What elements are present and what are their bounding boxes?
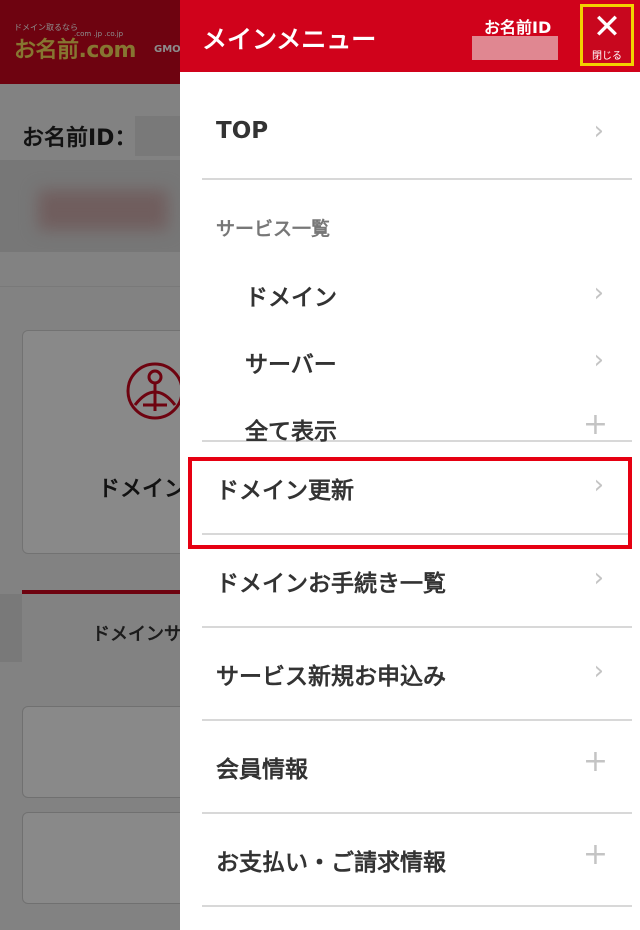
menu-item-label: ドメインお手続き一覧 [216,571,446,597]
menu-item-domain-procedures[interactable]: ドメインお手続き一覧 › [202,535,632,628]
menu-item-payment-info[interactable]: お支払い・ご請求情報 + [202,814,632,907]
menu-item-top[interactable]: TOP › [202,72,632,180]
menu-item-server[interactable]: サーバー › [202,331,632,391]
onamae-id-label: お名前ID [484,18,552,37]
menu-item-label: ドメイン更新 [216,478,354,504]
menu-item-new-service[interactable]: サービス新規お申込み › [202,628,632,721]
close-button[interactable]: ✕ 閉じる [580,4,634,66]
menu-item-domain-renewal[interactable]: ドメイン更新 › [202,442,632,535]
services-section: サービス一覧 ドメイン › サーバー › 全て表示 + [202,180,632,445]
chevron-right-icon: › [593,563,604,593]
menu-item-label: TOP [216,118,269,144]
services-heading: サービス一覧 [216,218,331,240]
chevron-right-icon: › [593,278,604,308]
menu-item-label: 全て表示 [245,419,337,445]
menu-item-label: サービス新規お申込み [216,664,446,690]
close-label: 閉じる [592,51,622,62]
menu-item-label: 会員情報 [216,757,308,783]
menu-header: メインメニュー お名前ID ✕ 閉じる [180,0,640,72]
onamae-id-value-blurred [472,36,558,60]
chevron-right-icon: › [593,116,604,146]
main-menu-panel: メインメニュー お名前ID ✕ 閉じる TOP › サービス一覧 ドメイン › … [180,0,640,930]
menu-item-domain[interactable]: ドメイン › [202,264,632,324]
menu-item-label: お支払い・ご請求情報 [216,850,446,876]
plus-icon: + [582,407,608,442]
menu-title: メインメニュー [202,25,377,54]
chevron-right-icon: › [593,470,604,500]
chevron-right-icon: › [593,656,604,686]
plus-icon: + [582,744,608,779]
menu-item-member-info[interactable]: 会員情報 + [202,721,632,814]
menu-item-label: サーバー [245,352,337,378]
chevron-right-icon: › [593,345,604,375]
plus-icon: + [582,837,608,872]
close-icon: ✕ [592,7,622,47]
menu-item-label: ドメイン [245,285,337,311]
menu-list: TOP › サービス一覧 ドメイン › サーバー › 全て表示 + ドメイン更新… [202,72,632,907]
